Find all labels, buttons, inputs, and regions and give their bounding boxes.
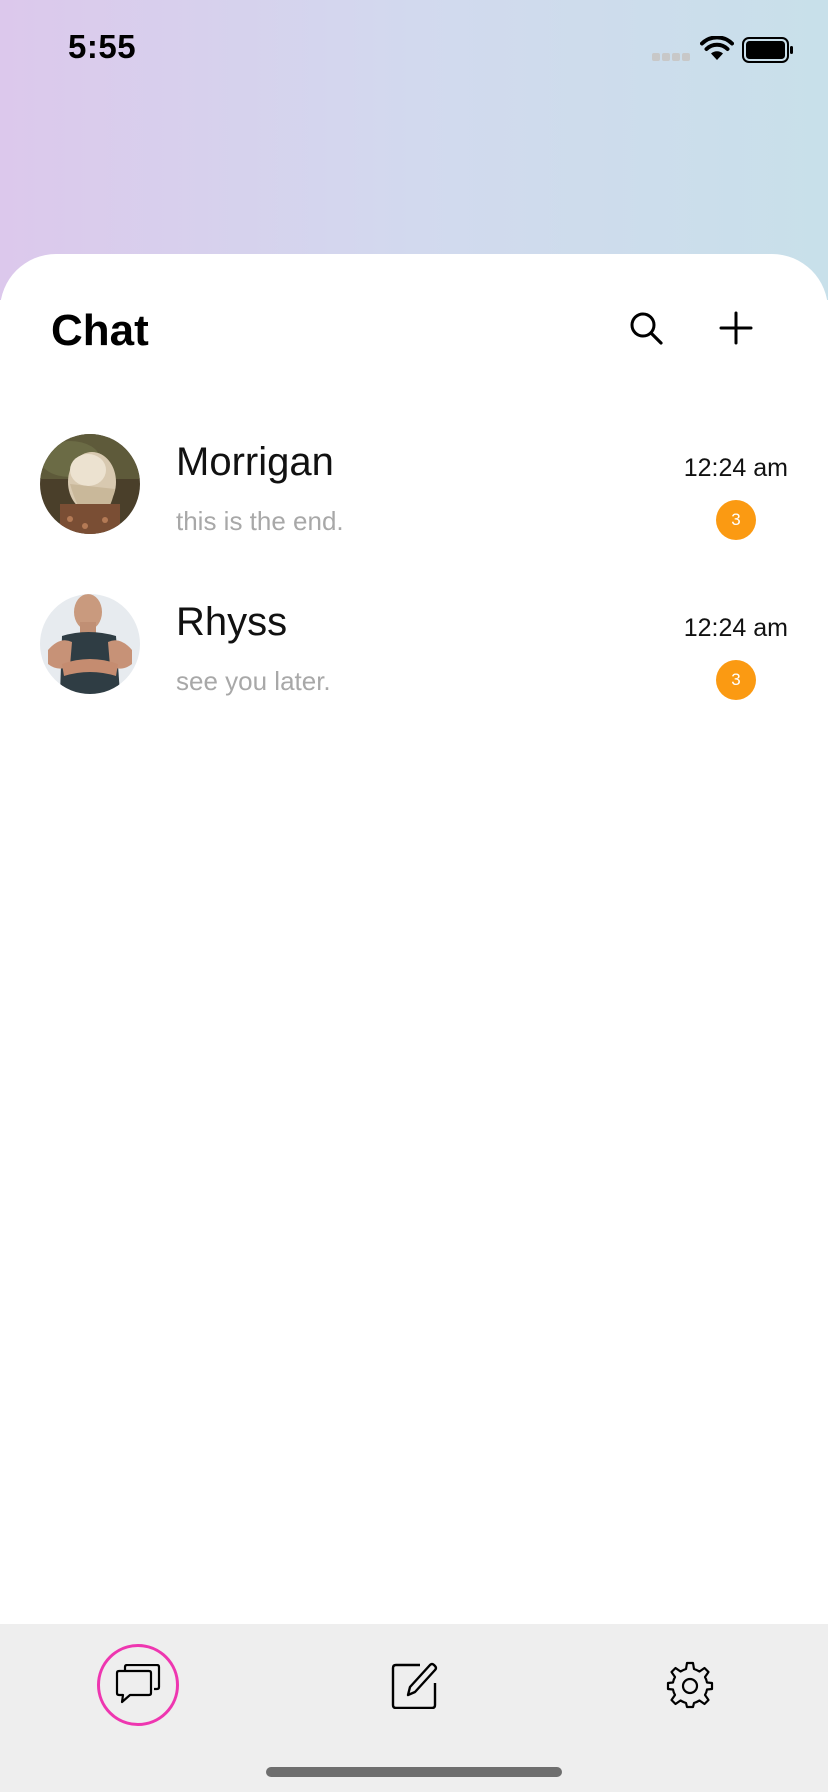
status-bar: 5:55 (0, 0, 828, 100)
status-time: 5:55 (68, 28, 137, 65)
avatar (40, 594, 140, 694)
cellular-signal-icon (652, 53, 692, 61)
plus-icon (719, 311, 753, 345)
battery-icon (742, 37, 794, 63)
chat-message-preview: see you later. (176, 666, 331, 696)
tab-compose[interactable] (373, 1644, 455, 1726)
unread-count-badge: 3 (716, 660, 756, 700)
new-chat-button[interactable] (711, 303, 761, 353)
chat-timestamp: 12:24 am (683, 454, 788, 482)
chat-list-item[interactable]: Morrigan this is the end. 12:24 am 3 (0, 434, 828, 574)
search-button[interactable] (621, 303, 671, 353)
compose-icon (391, 1662, 438, 1709)
tab-settings[interactable] (649, 1644, 731, 1726)
chat-list-item[interactable]: Rhyss see you later. 12:24 am 3 (0, 594, 828, 734)
chat-timestamp: 12:24 am (683, 614, 788, 642)
page-title: Chat (51, 306, 149, 355)
unread-count-badge: 3 (716, 500, 756, 540)
chat-contact-name: Rhyss (176, 600, 288, 644)
tab-chats[interactable] (97, 1644, 179, 1726)
search-icon (630, 312, 663, 345)
chat-bubbles-icon (115, 1664, 161, 1704)
chat-contact-name: Morrigan (176, 440, 334, 484)
home-indicator (266, 1767, 562, 1777)
gear-icon (666, 1661, 714, 1709)
chat-message-preview: this is the end. (176, 506, 344, 536)
avatar (40, 434, 140, 534)
wifi-icon (700, 35, 734, 62)
